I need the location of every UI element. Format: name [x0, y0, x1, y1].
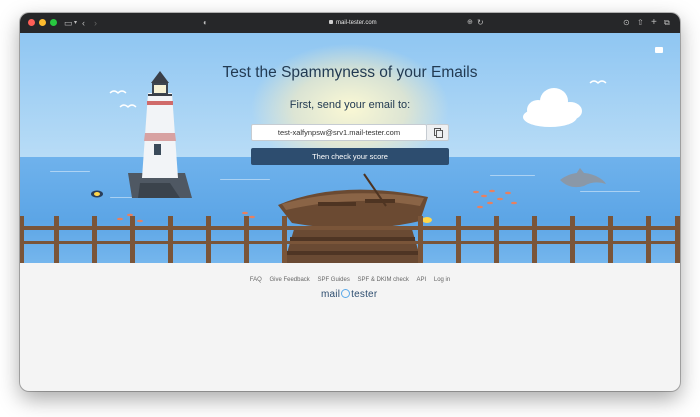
lighthouse [128, 71, 192, 198]
chevron-down-icon[interactable]: ▾ [74, 16, 77, 30]
reload-icon[interactable]: ↻ [477, 16, 484, 30]
hero-scene: Test the Spammyness of your Emails First… [20, 33, 680, 263]
wooden-dock [284, 226, 422, 263]
new-tab-icon[interactable]: + [651, 16, 657, 30]
footer-link-login[interactable]: Log in [434, 277, 450, 283]
browser-window: ▭ ▾ ‹ › ◐ mail-tester.com ⊕ ↻ ⊙ ⇧ + ⧉ Te… [20, 13, 680, 391]
page-title: Test the Spammyness of your Emails [222, 64, 478, 81]
minimize-window-button[interactable] [39, 19, 46, 26]
footer-link-faq[interactable]: FAQ [250, 277, 262, 283]
translate-icon[interactable]: ⊕ [467, 16, 473, 30]
forward-icon[interactable]: › [94, 16, 97, 30]
instruction-text: First, send your email to: [289, 99, 411, 111]
flag-icon[interactable] [655, 47, 663, 53]
footer-link-feedback[interactable]: Give Feedback [269, 277, 309, 283]
zoom-window-button[interactable] [50, 19, 57, 26]
close-window-button[interactable] [28, 19, 35, 26]
footer-link-api[interactable]: API [417, 277, 427, 283]
mail-tester-logo[interactable]: mail tester [321, 289, 377, 300]
back-icon[interactable]: ‹ [82, 16, 85, 30]
tab-overview-icon[interactable]: ⧉ [664, 16, 670, 30]
browser-toolbar: ▭ ▾ ‹ › ◐ mail-tester.com ⊕ ↻ ⊙ ⇧ + ⧉ [20, 13, 680, 33]
footer-link-spf-dkim[interactable]: SPF & DKIM check [358, 277, 409, 283]
footer-nav: FAQ Give Feedback SPF Guides SPF & DKIM … [20, 277, 680, 283]
download-icon[interactable]: ⊙ [623, 16, 630, 30]
sidebar-icon[interactable]: ▭ [64, 16, 73, 30]
shield-icon[interactable]: ◐ [203, 16, 208, 30]
copy-button[interactable] [427, 124, 449, 141]
lock-icon [329, 20, 333, 25]
footer-link-spf-guides[interactable]: SPF Guides [317, 277, 349, 283]
url-text: mail-tester.com [336, 20, 377, 26]
address-bar[interactable]: mail-tester.com [329, 17, 377, 29]
check-score-button[interactable]: Then check your score [251, 148, 449, 165]
rowboat [278, 173, 428, 229]
logo-text-mail: mail [321, 289, 341, 300]
share-icon[interactable]: ⇧ [637, 16, 644, 30]
dolphin-icon [560, 168, 606, 188]
test-email-address[interactable]: test-xalfynpsw@srv1.mail-tester.com [251, 124, 427, 141]
logo-ring-icon [341, 289, 351, 298]
copy-icon-front [436, 130, 443, 138]
logo-text-tester: tester [351, 289, 378, 300]
